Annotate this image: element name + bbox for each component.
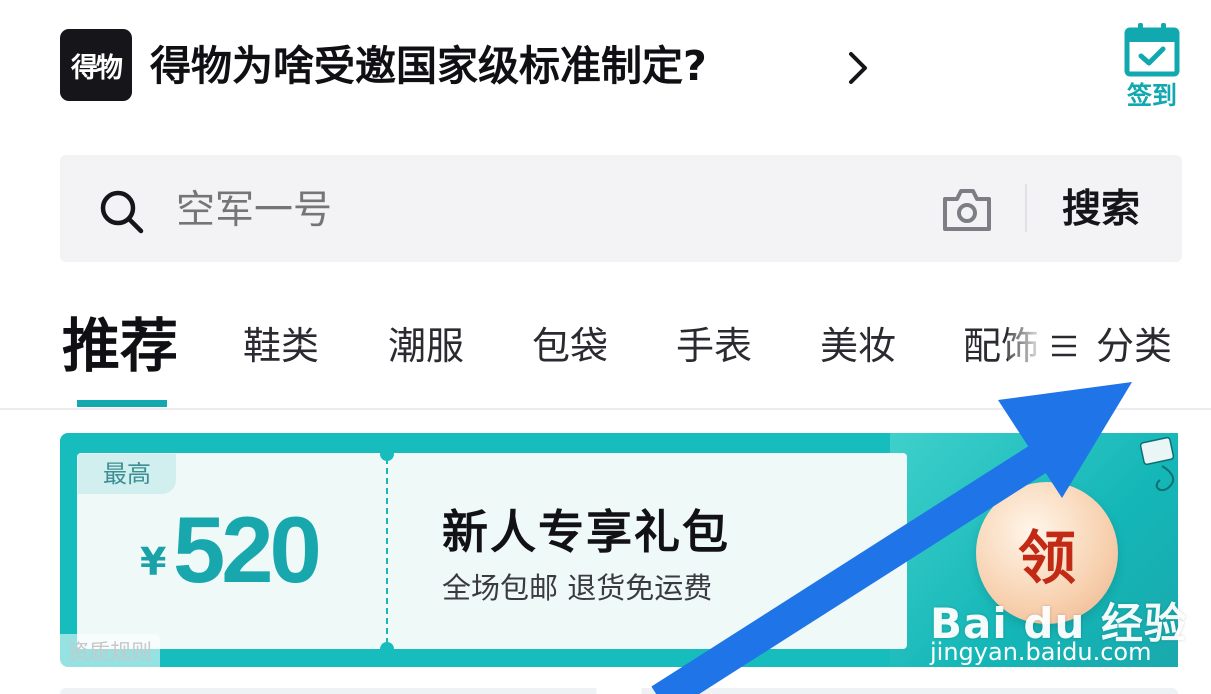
checkin-label: 签到 [1126, 81, 1177, 110]
headline-link[interactable]: 得物为啥受邀国家级标准制定? [150, 36, 707, 96]
search-divider [1025, 184, 1027, 232]
active-tab-indicator [77, 400, 167, 407]
max-value-tag: 最高 [78, 454, 176, 494]
search-button[interactable]: 搜索 [1062, 180, 1140, 240]
promo-title: 新人专享礼包 [442, 505, 730, 559]
tab-shoes[interactable]: 鞋类 [243, 316, 319, 376]
coupon-amount: 520 [173, 497, 322, 602]
currency-symbol: ¥ [140, 540, 167, 584]
watermark-url: jingyan.baidu.com [930, 638, 1152, 666]
camera-icon[interactable] [941, 185, 993, 233]
tab-bags[interactable]: 包袋 [532, 316, 608, 376]
search-input[interactable] [176, 180, 876, 240]
tab-recommend[interactable]: 推荐 [62, 306, 178, 386]
coupon-notch-top [380, 447, 394, 461]
qualification-rules-link[interactable]: 资质规则 [60, 634, 160, 668]
promo-subtitle: 全场包邮 退货免运费 [442, 571, 713, 605]
coupon-notch-bottom [380, 642, 394, 656]
hang-tag-icon [1139, 436, 1175, 492]
app-logo[interactable]: 得物 [60, 29, 132, 101]
tab-beauty[interactable]: 美妆 [820, 316, 896, 376]
tabs-divider [0, 408, 1211, 410]
tab-apparel[interactable]: 潮服 [388, 316, 464, 376]
calendar-check-icon [1124, 23, 1180, 77]
coupon-dashed-divider [386, 458, 388, 644]
tab-watches[interactable]: 手表 [676, 316, 752, 376]
search-icon [100, 190, 144, 234]
category-button[interactable]: 分类 [1096, 316, 1172, 376]
chevron-right-icon [849, 52, 867, 84]
next-section-peek [60, 688, 1178, 694]
menu-lines-icon [1052, 335, 1076, 357]
